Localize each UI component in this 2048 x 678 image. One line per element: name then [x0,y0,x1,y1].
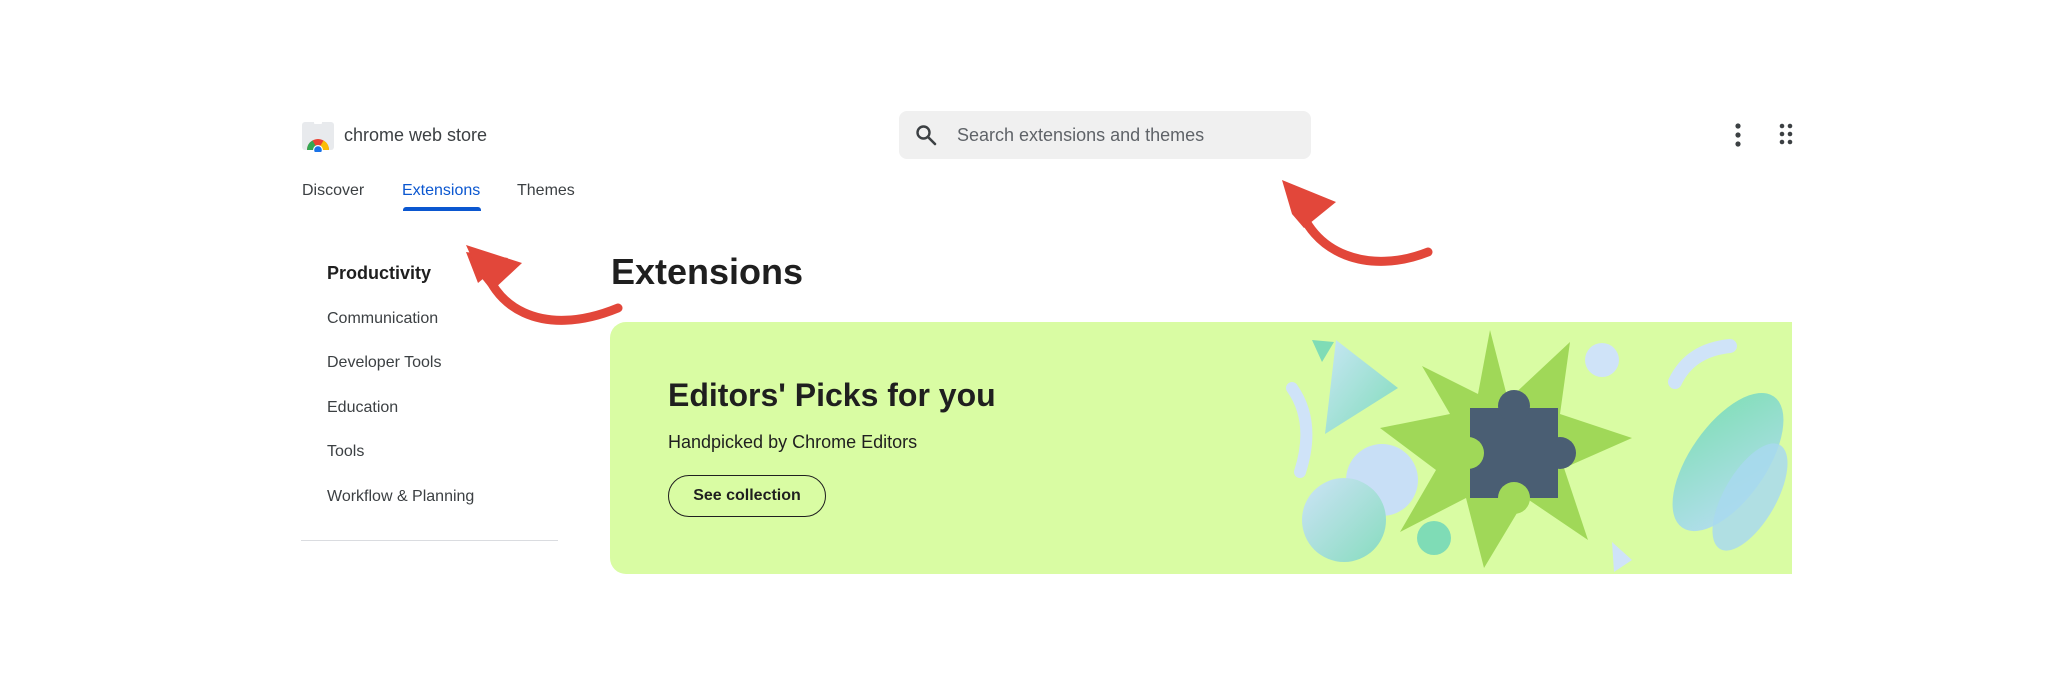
more-vert-icon[interactable] [1726,120,1750,150]
sidebar-item-tools[interactable]: Tools [327,441,364,463]
sidebar-item-workflow-planning[interactable]: Workflow & Planning [327,486,474,508]
tab-extensions[interactable]: Extensions [402,180,480,202]
sidebar-divider [301,540,558,541]
see-collection-button[interactable]: See collection [668,475,826,517]
sidebar-item-productivity[interactable]: Productivity [327,262,431,284]
active-tab-indicator [403,207,481,211]
editors-picks-banner[interactable]: Editors' Picks for you Handpicked by Chr… [610,322,1792,574]
banner-subtitle: Handpicked by Chrome Editors [668,432,918,452]
sidebar-item-developer-tools[interactable]: Developer Tools [327,352,441,374]
page-title: Extensions [611,251,804,292]
sidebar-item-education[interactable]: Education [327,397,398,419]
search-bar[interactable]: Search extensions and themes [899,111,1311,159]
banner-illustration [1286,330,1788,572]
search-input[interactable]: Search extensions and themes [957,124,1204,146]
tab-themes[interactable]: Themes [517,180,575,202]
search-icon[interactable] [914,123,938,147]
chrome-web-store-logo[interactable] [301,120,335,152]
banner-title: Editors' Picks for you [668,377,996,413]
sidebar-item-communication[interactable]: Communication [327,308,438,330]
store-name[interactable]: chrome web store [344,122,487,148]
tab-discover[interactable]: Discover [302,180,364,202]
apps-grid-icon[interactable] [1774,122,1798,146]
